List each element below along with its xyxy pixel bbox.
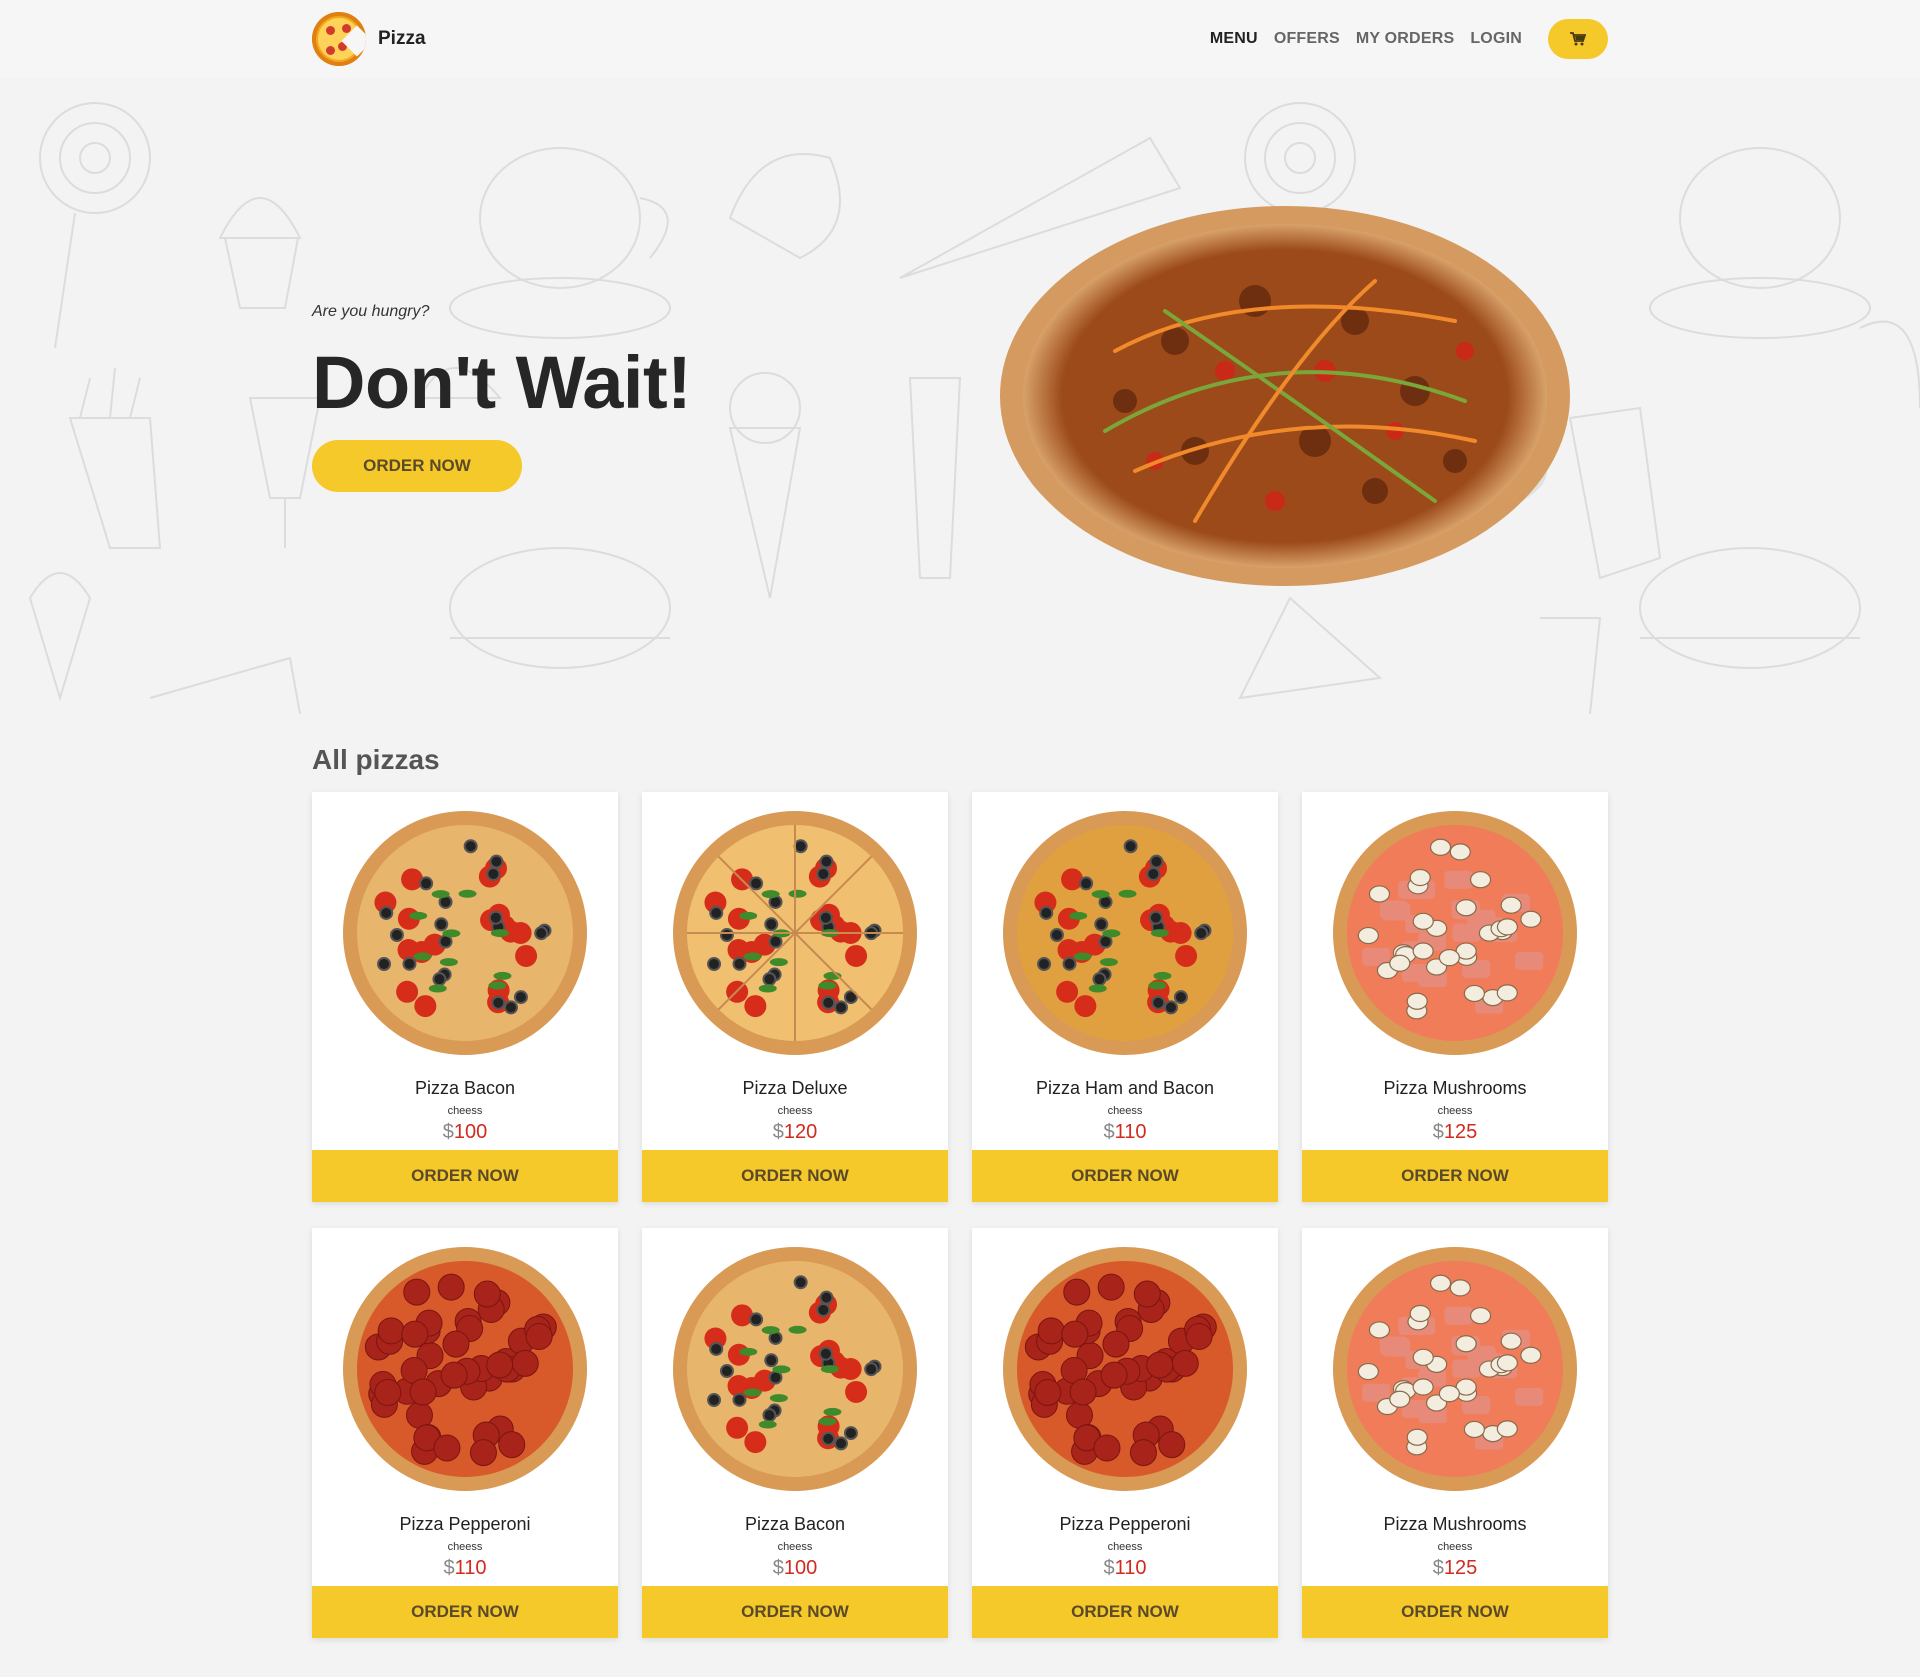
- products-section: All pizzas Pizza Bacon cheess $100 ORDER…: [312, 740, 1608, 1638]
- product-name: Pizza Ham and Bacon: [1035, 1078, 1215, 1098]
- product-card: Pizza Deluxe cheess $120 ORDER NOW: [642, 792, 948, 1202]
- product-price: $110: [1103, 1121, 1146, 1144]
- hero-section: Are you hungry? Don't Wait! ORDER NOW: [0, 78, 1920, 714]
- pizza-image: [1003, 1247, 1247, 1491]
- product-name: Pizza Bacon: [414, 1078, 516, 1098]
- product-name: Pizza Bacon: [744, 1514, 846, 1534]
- nav-offers[interactable]: OFFERS: [1274, 30, 1340, 48]
- price-currency: $: [443, 1557, 455, 1579]
- order-now-button[interactable]: ORDER NOW: [972, 1586, 1278, 1638]
- price-amount: 100: [783, 1557, 818, 1579]
- pizza-image: [673, 811, 917, 1055]
- price-amount: 120: [783, 1121, 818, 1143]
- product-price: $100: [773, 1557, 818, 1580]
- main-nav: MENU OFFERS MY ORDERS LOGIN: [1210, 19, 1608, 59]
- product-name: Pizza Pepperoni: [399, 1514, 531, 1534]
- product-price: $100: [443, 1121, 488, 1144]
- product-name: Pizza Deluxe: [742, 1078, 848, 1098]
- product-price: $110: [1103, 1557, 1146, 1580]
- pizza-image: [343, 811, 587, 1055]
- pizza-image: [343, 1247, 587, 1491]
- product-name: Pizza Mushrooms: [1383, 1078, 1527, 1098]
- price-amount: 110: [454, 1557, 487, 1579]
- product-name: Pizza Pepperoni: [1059, 1514, 1191, 1534]
- section-title: All pizzas: [312, 744, 440, 775]
- shopping-cart-icon: [1570, 32, 1586, 46]
- hero-subtitle: Are you hungry?: [312, 303, 430, 320]
- product-price: $125: [1433, 1557, 1478, 1580]
- product-description: cheess: [1107, 1541, 1143, 1553]
- order-now-button[interactable]: ORDER NOW: [312, 1586, 618, 1638]
- nav-my-orders[interactable]: MY ORDERS: [1356, 30, 1454, 48]
- price-currency: $: [442, 1121, 454, 1143]
- price-currency: $: [1432, 1121, 1444, 1143]
- product-name: Pizza Mushrooms: [1383, 1514, 1527, 1534]
- order-now-button[interactable]: ORDER NOW: [642, 1586, 948, 1638]
- price-amount: 125: [1443, 1557, 1478, 1579]
- pizza-image: [1333, 1247, 1577, 1491]
- price-currency: $: [772, 1557, 784, 1579]
- price-currency: $: [1103, 1557, 1115, 1579]
- brand-name: Pizza: [378, 28, 426, 49]
- hero-order-button[interactable]: ORDER NOW: [312, 440, 522, 492]
- order-now-button[interactable]: ORDER NOW: [1302, 1586, 1608, 1638]
- order-now-button[interactable]: ORDER NOW: [312, 1150, 618, 1202]
- product-price: $120: [773, 1121, 818, 1144]
- pizza-image: [673, 1247, 917, 1491]
- pizza-image: [1333, 811, 1577, 1055]
- order-now-button[interactable]: ORDER NOW: [972, 1150, 1278, 1202]
- brand-link[interactable]: Pizza: [312, 12, 426, 66]
- product-card: Pizza Mushrooms cheess $125 ORDER NOW: [1302, 1228, 1608, 1638]
- product-description: cheess: [447, 1105, 483, 1117]
- order-now-button[interactable]: ORDER NOW: [642, 1150, 948, 1202]
- product-card: Pizza Bacon cheess $100 ORDER NOW: [312, 792, 618, 1202]
- cart-button[interactable]: [1548, 19, 1608, 59]
- price-currency: $: [1432, 1557, 1444, 1579]
- pizza-image: [1003, 811, 1247, 1055]
- pizza-logo-icon: [312, 12, 366, 66]
- hero-pizza-image: [1000, 206, 1570, 586]
- price-amount: 100: [453, 1121, 488, 1143]
- product-description: cheess: [777, 1541, 813, 1553]
- product-grid: Pizza Bacon cheess $100 ORDER NOW Pizza …: [312, 792, 1608, 1638]
- price-amount: 110: [1114, 1121, 1147, 1143]
- price-currency: $: [1103, 1121, 1115, 1143]
- hero-title: Don't Wait!: [312, 341, 692, 424]
- product-description: cheess: [1107, 1105, 1143, 1117]
- product-card: Pizza Ham and Bacon cheess $110 ORDER NO…: [972, 792, 1278, 1202]
- price-amount: 125: [1443, 1121, 1478, 1143]
- product-description: cheess: [1437, 1541, 1473, 1553]
- product-card: Pizza Mushrooms cheess $125 ORDER NOW: [1302, 792, 1608, 1202]
- product-description: cheess: [1437, 1105, 1473, 1117]
- nav-login[interactable]: LOGIN: [1470, 30, 1522, 48]
- product-price: $110: [443, 1557, 486, 1580]
- price-amount: 110: [1114, 1557, 1147, 1579]
- product-card: Pizza Pepperoni cheess $110 ORDER NOW: [972, 1228, 1278, 1638]
- nav-menu[interactable]: MENU: [1210, 30, 1258, 48]
- product-description: cheess: [777, 1105, 813, 1117]
- navbar: Pizza MENU OFFERS MY ORDERS LOGIN: [0, 0, 1920, 78]
- product-card: Pizza Bacon cheess $100 ORDER NOW: [642, 1228, 948, 1638]
- product-price: $125: [1433, 1121, 1478, 1144]
- price-currency: $: [772, 1121, 784, 1143]
- product-description: cheess: [447, 1541, 483, 1553]
- order-now-button[interactable]: ORDER NOW: [1302, 1150, 1608, 1202]
- product-card: Pizza Pepperoni cheess $110 ORDER NOW: [312, 1228, 618, 1638]
